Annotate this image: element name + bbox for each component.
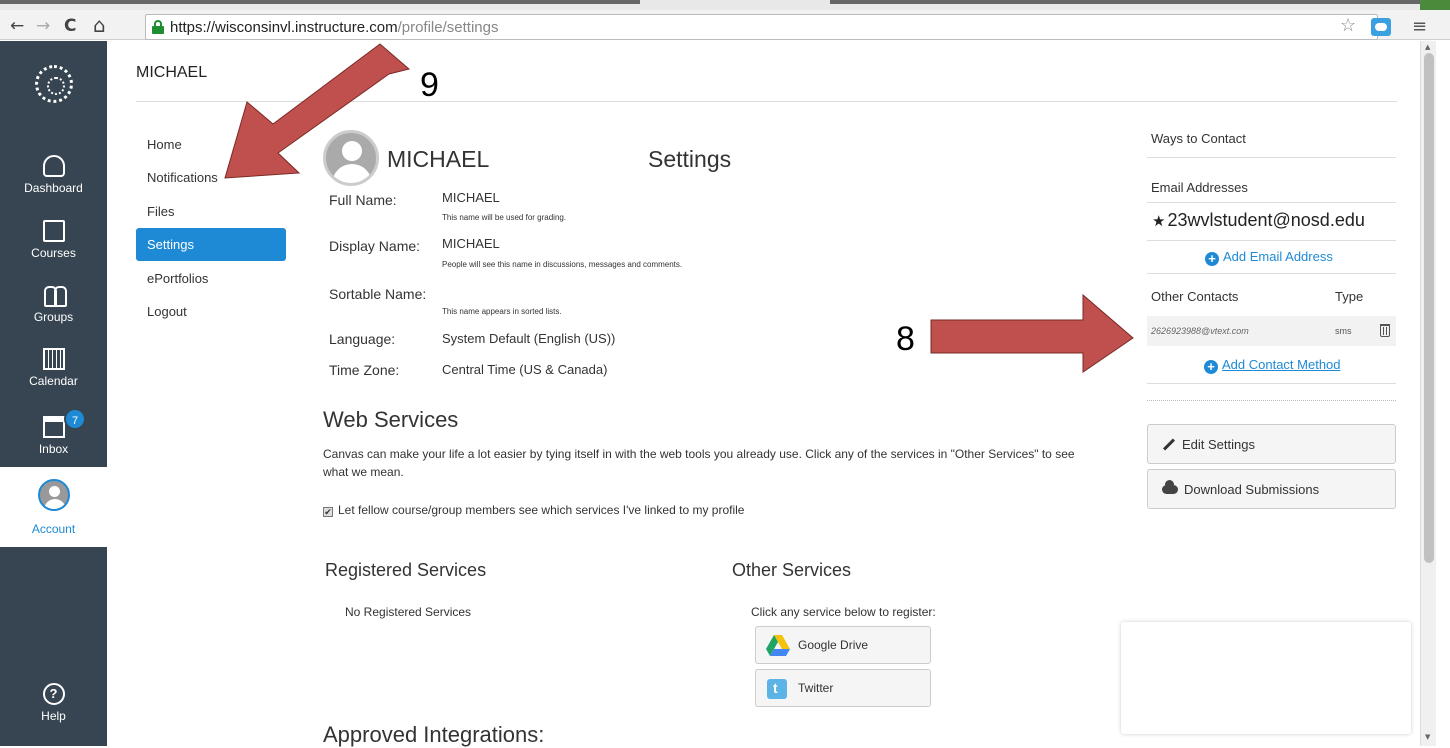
- annotation-label-9: 9: [420, 66, 439, 104]
- annotation-layer: [224, 43, 1134, 373]
- annotation-label-8: 8: [896, 320, 915, 358]
- annotation-arrow-8: [930, 293, 1134, 373]
- annotation-arrow-9: [224, 43, 411, 179]
